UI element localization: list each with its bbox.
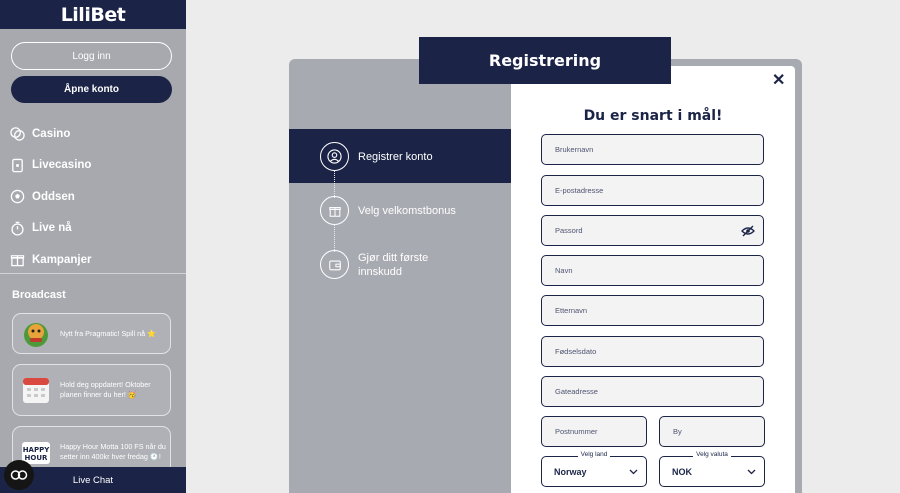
logo[interactable]: LiliBet <box>61 4 126 26</box>
field-placeholder: Navn <box>555 266 573 275</box>
sidebar-item-kampanjer[interactable]: Kampanjer <box>0 244 186 276</box>
field-placeholder: By <box>673 427 682 436</box>
sidebar-item-live-na[interactable]: Live nå <box>0 213 186 245</box>
currency-select[interactable]: NOK Velg valuta <box>659 451 765 487</box>
field-placeholder: Gateadresse <box>555 387 598 396</box>
gift-icon <box>320 196 349 225</box>
currency-select-legend: Velg valuta <box>659 451 765 458</box>
sidebar-item-label: Casino <box>32 127 71 140</box>
country-select-value: Norway <box>554 466 587 477</box>
modal-title: Registrering <box>419 37 671 84</box>
chevron-down-icon <box>629 469 638 475</box>
sidebar: LiliBet Logg inn Åpne konto Casino Livec… <box>0 0 186 493</box>
broadcast-card-text: Happy Hour Motta 100 FS når du setter in… <box>60 442 166 461</box>
country-select-legend: Velg land <box>541 451 647 458</box>
sidebar-item-label: Live nå <box>32 222 72 235</box>
broadcast-card-text: Nytt fra Pragmatic! Spill nå ⭐ <box>60 328 157 338</box>
field-placeholder: Fødselsdato <box>555 347 597 356</box>
playing-card-icon <box>12 158 23 172</box>
broadcast-title: Broadcast <box>12 289 66 301</box>
step-register-account: Registrer konto <box>320 142 433 171</box>
soccer-ball-icon <box>10 190 25 204</box>
sidebar-item-label: Oddsen <box>32 190 75 203</box>
last-name-field[interactable]: Etternavn <box>541 295 764 326</box>
field-placeholder: Etternavn <box>555 306 588 315</box>
chat-icon <box>10 470 28 480</box>
step-label: Velg velkomstbonus <box>358 204 456 217</box>
svg-text:HAPPY: HAPPY <box>23 446 51 454</box>
password-field[interactable]: Passord <box>541 215 764 246</box>
sidebar-item-casino[interactable]: Casino <box>0 118 186 150</box>
step-connector <box>334 171 335 198</box>
chat-bubble-button[interactable] <box>4 460 34 490</box>
eye-slash-icon[interactable] <box>741 225 755 237</box>
chevron-down-icon <box>747 469 756 475</box>
wallet-icon <box>320 250 349 279</box>
postcode-field[interactable]: Postnummer <box>541 416 647 447</box>
username-field[interactable]: Brukernavn <box>541 134 764 165</box>
step-label: Registrer konto <box>358 150 433 163</box>
country-select-box[interactable]: Norway <box>541 456 647 487</box>
field-placeholder: Brukernavn <box>555 145 594 154</box>
first-name-field[interactable]: Navn <box>541 255 764 286</box>
form-heading: Du er snart i mål! <box>583 108 723 124</box>
email-field[interactable]: E-postadresse <box>541 175 764 206</box>
casino-chip-icon <box>10 127 25 141</box>
broadcast-card-text: Hold deg oppdatert! Oktober planen finne… <box>60 380 151 399</box>
currency-select-box[interactable]: NOK <box>659 456 765 487</box>
field-placeholder: E-postadresse <box>555 186 604 195</box>
field-placeholder: Passord <box>555 226 583 235</box>
open-account-button[interactable]: Åpne konto <box>11 76 172 103</box>
gift-icon <box>10 255 25 267</box>
address-field[interactable]: Gateadresse <box>541 376 764 407</box>
broadcast-card[interactable]: Nytt fra Pragmatic! Spill nå ⭐ <box>12 313 171 354</box>
sidebar-item-livecasino[interactable]: Livecasino <box>0 150 186 182</box>
close-icon[interactable]: ✕ <box>772 70 785 90</box>
step-label: Gjør ditt første innskudd <box>358 251 429 278</box>
sidebar-item-oddsen[interactable]: Oddsen <box>0 181 186 213</box>
step-welcome-bonus: Velg velkomstbonus <box>320 196 456 225</box>
user-icon <box>320 142 349 171</box>
birth-date-field[interactable]: Fødselsdato <box>541 336 764 367</box>
city-field[interactable]: By <box>659 416 765 447</box>
sidebar-nav: Casino Livecasino Oddsen Live nå Kampanj… <box>0 118 186 276</box>
step-connector <box>334 225 335 252</box>
svg-text:HOUR: HOUR <box>25 454 48 462</box>
broadcast-card[interactable]: Hold deg oppdatert! Oktober planen finne… <box>12 364 171 416</box>
login-button[interactable]: Logg inn <box>11 42 172 70</box>
sidebar-divider <box>0 273 186 274</box>
logo-bar: LiliBet <box>0 0 186 29</box>
sidebar-item-label: Kampanjer <box>32 253 92 266</box>
sidebar-item-label: Livecasino <box>32 159 92 172</box>
currency-select-value: NOK <box>672 466 692 477</box>
field-placeholder: Postnummer <box>555 427 598 436</box>
dragon-mascot-icon <box>19 317 53 351</box>
step-first-deposit: Gjør ditt første innskudd <box>320 250 468 279</box>
calendar-icon <box>19 373 53 407</box>
stopwatch-icon <box>11 221 24 236</box>
country-select[interactable]: Norway Velg land <box>541 451 647 487</box>
